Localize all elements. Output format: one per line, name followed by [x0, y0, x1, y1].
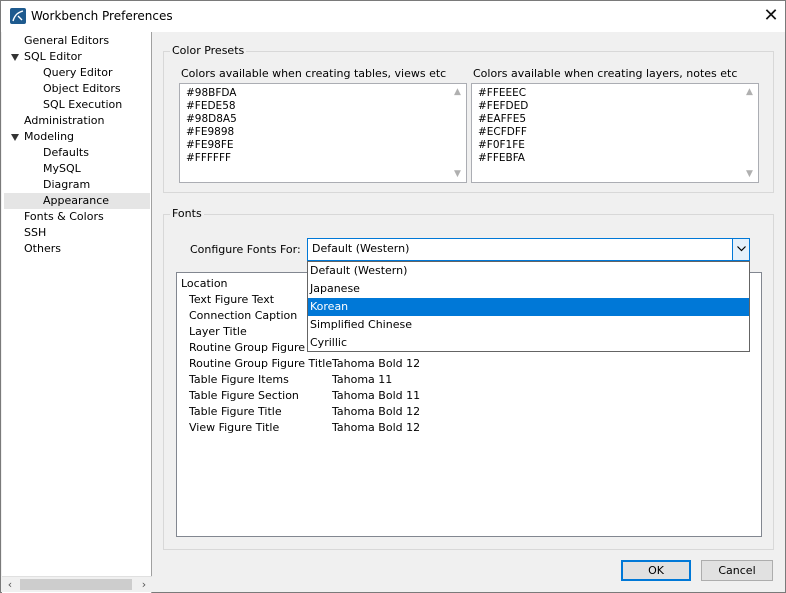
tree-item-others[interactable]: Others — [24, 241, 61, 257]
tree-item-appearance[interactable]: Appearance — [4, 193, 150, 209]
font-location-row[interactable]: Routine Group Figure Title — [189, 356, 332, 372]
color-entry[interactable]: #FFEBFA — [478, 152, 525, 165]
color-entry[interactable]: #98D8A5 — [186, 113, 237, 126]
dropdown-option-default-western[interactable]: Default (Western) — [308, 262, 749, 280]
dropdown-option-korean[interactable]: Korean — [308, 298, 749, 316]
font-value: Tahoma Bold 12 — [332, 357, 421, 370]
tree-item-diagram[interactable]: Diagram — [43, 177, 90, 193]
scrollbar-thumb[interactable] — [20, 579, 132, 590]
title-bar: Workbench Preferences ✕ — [1, 1, 785, 32]
color-entry[interactable]: #FE98FE — [186, 139, 234, 152]
layers-list-scrollbar[interactable]: ▲ ▼ — [741, 84, 758, 182]
color-entry[interactable]: #FE9898 — [186, 126, 234, 139]
tree-item-object-editors[interactable]: Object Editors — [43, 81, 121, 97]
tree-item-sql-editor[interactable]: SQL Editor — [24, 49, 82, 65]
layers-colors-list[interactable]: #FFEEEC #FEFDED #EAFFE5 #ECFDFF #F0F1FE … — [471, 83, 759, 183]
color-entry[interactable]: #FFEEEC — [478, 87, 526, 100]
tree-item-administration[interactable]: Administration — [24, 113, 105, 129]
tree-item-modeling[interactable]: Modeling — [24, 129, 74, 145]
preferences-tree: General Editors SQL Editor Query Editor … — [2, 32, 152, 593]
font-value: Tahoma Bold 12 — [332, 421, 421, 434]
dropdown-option-japanese[interactable]: Japanese — [308, 280, 749, 298]
scroll-down-icon[interactable]: ▼ — [449, 169, 466, 179]
tree-item-query-editor[interactable]: Query Editor — [43, 65, 112, 81]
chevron-down-icon[interactable] — [732, 239, 749, 260]
font-location-row[interactable]: Layer Title — [189, 324, 247, 340]
color-entry[interactable]: #ECFDFF — [478, 126, 527, 139]
color-entry[interactable]: #FFFFFF — [186, 152, 231, 165]
tree-item-sql-execution[interactable]: SQL Execution — [43, 97, 122, 113]
font-location-row[interactable]: Table Figure Section — [189, 388, 299, 404]
fonts-dropdown-list[interactable]: Default (Western) Japanese Korean Simpli… — [307, 261, 750, 352]
ok-button[interactable]: OK — [621, 560, 691, 581]
color-entry[interactable]: #FEDE58 — [186, 100, 236, 113]
scroll-up-icon[interactable]: ▲ — [449, 87, 466, 97]
color-presets-title: Color Presets — [170, 44, 247, 57]
color-entry[interactable]: #F0F1FE — [478, 139, 525, 152]
tree-item-defaults[interactable]: Defaults — [43, 145, 89, 161]
font-location-row[interactable]: View Figure Title — [189, 420, 279, 436]
expand-arrow-icon[interactable] — [11, 134, 19, 141]
font-value: Tahoma 11 — [332, 373, 393, 386]
expand-arrow-icon[interactable] — [11, 54, 19, 61]
tree-item-general-editors[interactable]: General Editors — [24, 33, 109, 49]
font-location-row[interactable]: Table Figure Items — [189, 372, 289, 388]
font-location-row[interactable]: Connection Caption — [189, 308, 297, 324]
font-location-row[interactable]: Table Figure Title — [189, 404, 282, 420]
fonts-title: Fonts — [170, 207, 204, 220]
tree-item-fonts-colors[interactable]: Fonts & Colors — [24, 209, 104, 225]
layers-colors-label: Colors available when creating layers, n… — [473, 67, 738, 80]
font-location-row[interactable]: Text Figure Text — [189, 292, 274, 308]
tables-colors-list[interactable]: #98BFDA #FEDE58 #98D8A5 #FE9898 #FE98FE … — [179, 83, 467, 183]
window-title: Workbench Preferences — [31, 9, 173, 23]
scroll-down-icon[interactable]: ▼ — [741, 169, 758, 179]
configure-fonts-combo[interactable]: Default (Western) — [307, 238, 750, 261]
cancel-button[interactable]: Cancel — [701, 560, 773, 581]
combo-selected-value: Default (Western) — [312, 242, 410, 255]
color-entry[interactable]: #EAFFE5 — [478, 113, 526, 126]
scroll-right-icon[interactable]: › — [136, 577, 152, 593]
preferences-window: Workbench Preferences ✕ General Editors … — [0, 0, 786, 593]
tree-item-mysql[interactable]: MySQL — [43, 161, 81, 177]
tables-colors-label: Colors available when creating tables, v… — [181, 67, 447, 80]
tree-item-ssh[interactable]: SSH — [24, 225, 46, 241]
configure-fonts-label: Configure Fonts For: — [190, 243, 301, 256]
color-entry[interactable]: #98BFDA — [186, 87, 237, 100]
scroll-left-icon[interactable]: ‹ — [2, 577, 18, 593]
close-icon[interactable]: ✕ — [759, 4, 783, 28]
tables-list-scrollbar[interactable]: ▲ ▼ — [449, 84, 466, 182]
tree-horizontal-scrollbar[interactable]: ‹ › — [2, 576, 152, 592]
font-value: Tahoma Bold 11 — [332, 389, 421, 402]
location-header: Location — [181, 277, 228, 290]
color-entry[interactable]: #FEFDED — [478, 100, 528, 113]
workbench-app-icon — [10, 8, 26, 24]
font-value: Tahoma Bold 12 — [332, 405, 421, 418]
dropdown-option-cyrillic[interactable]: Cyrillic — [308, 334, 749, 352]
scroll-up-icon[interactable]: ▲ — [741, 87, 758, 97]
dropdown-option-simplified-chinese[interactable]: Simplified Chinese — [308, 316, 749, 334]
